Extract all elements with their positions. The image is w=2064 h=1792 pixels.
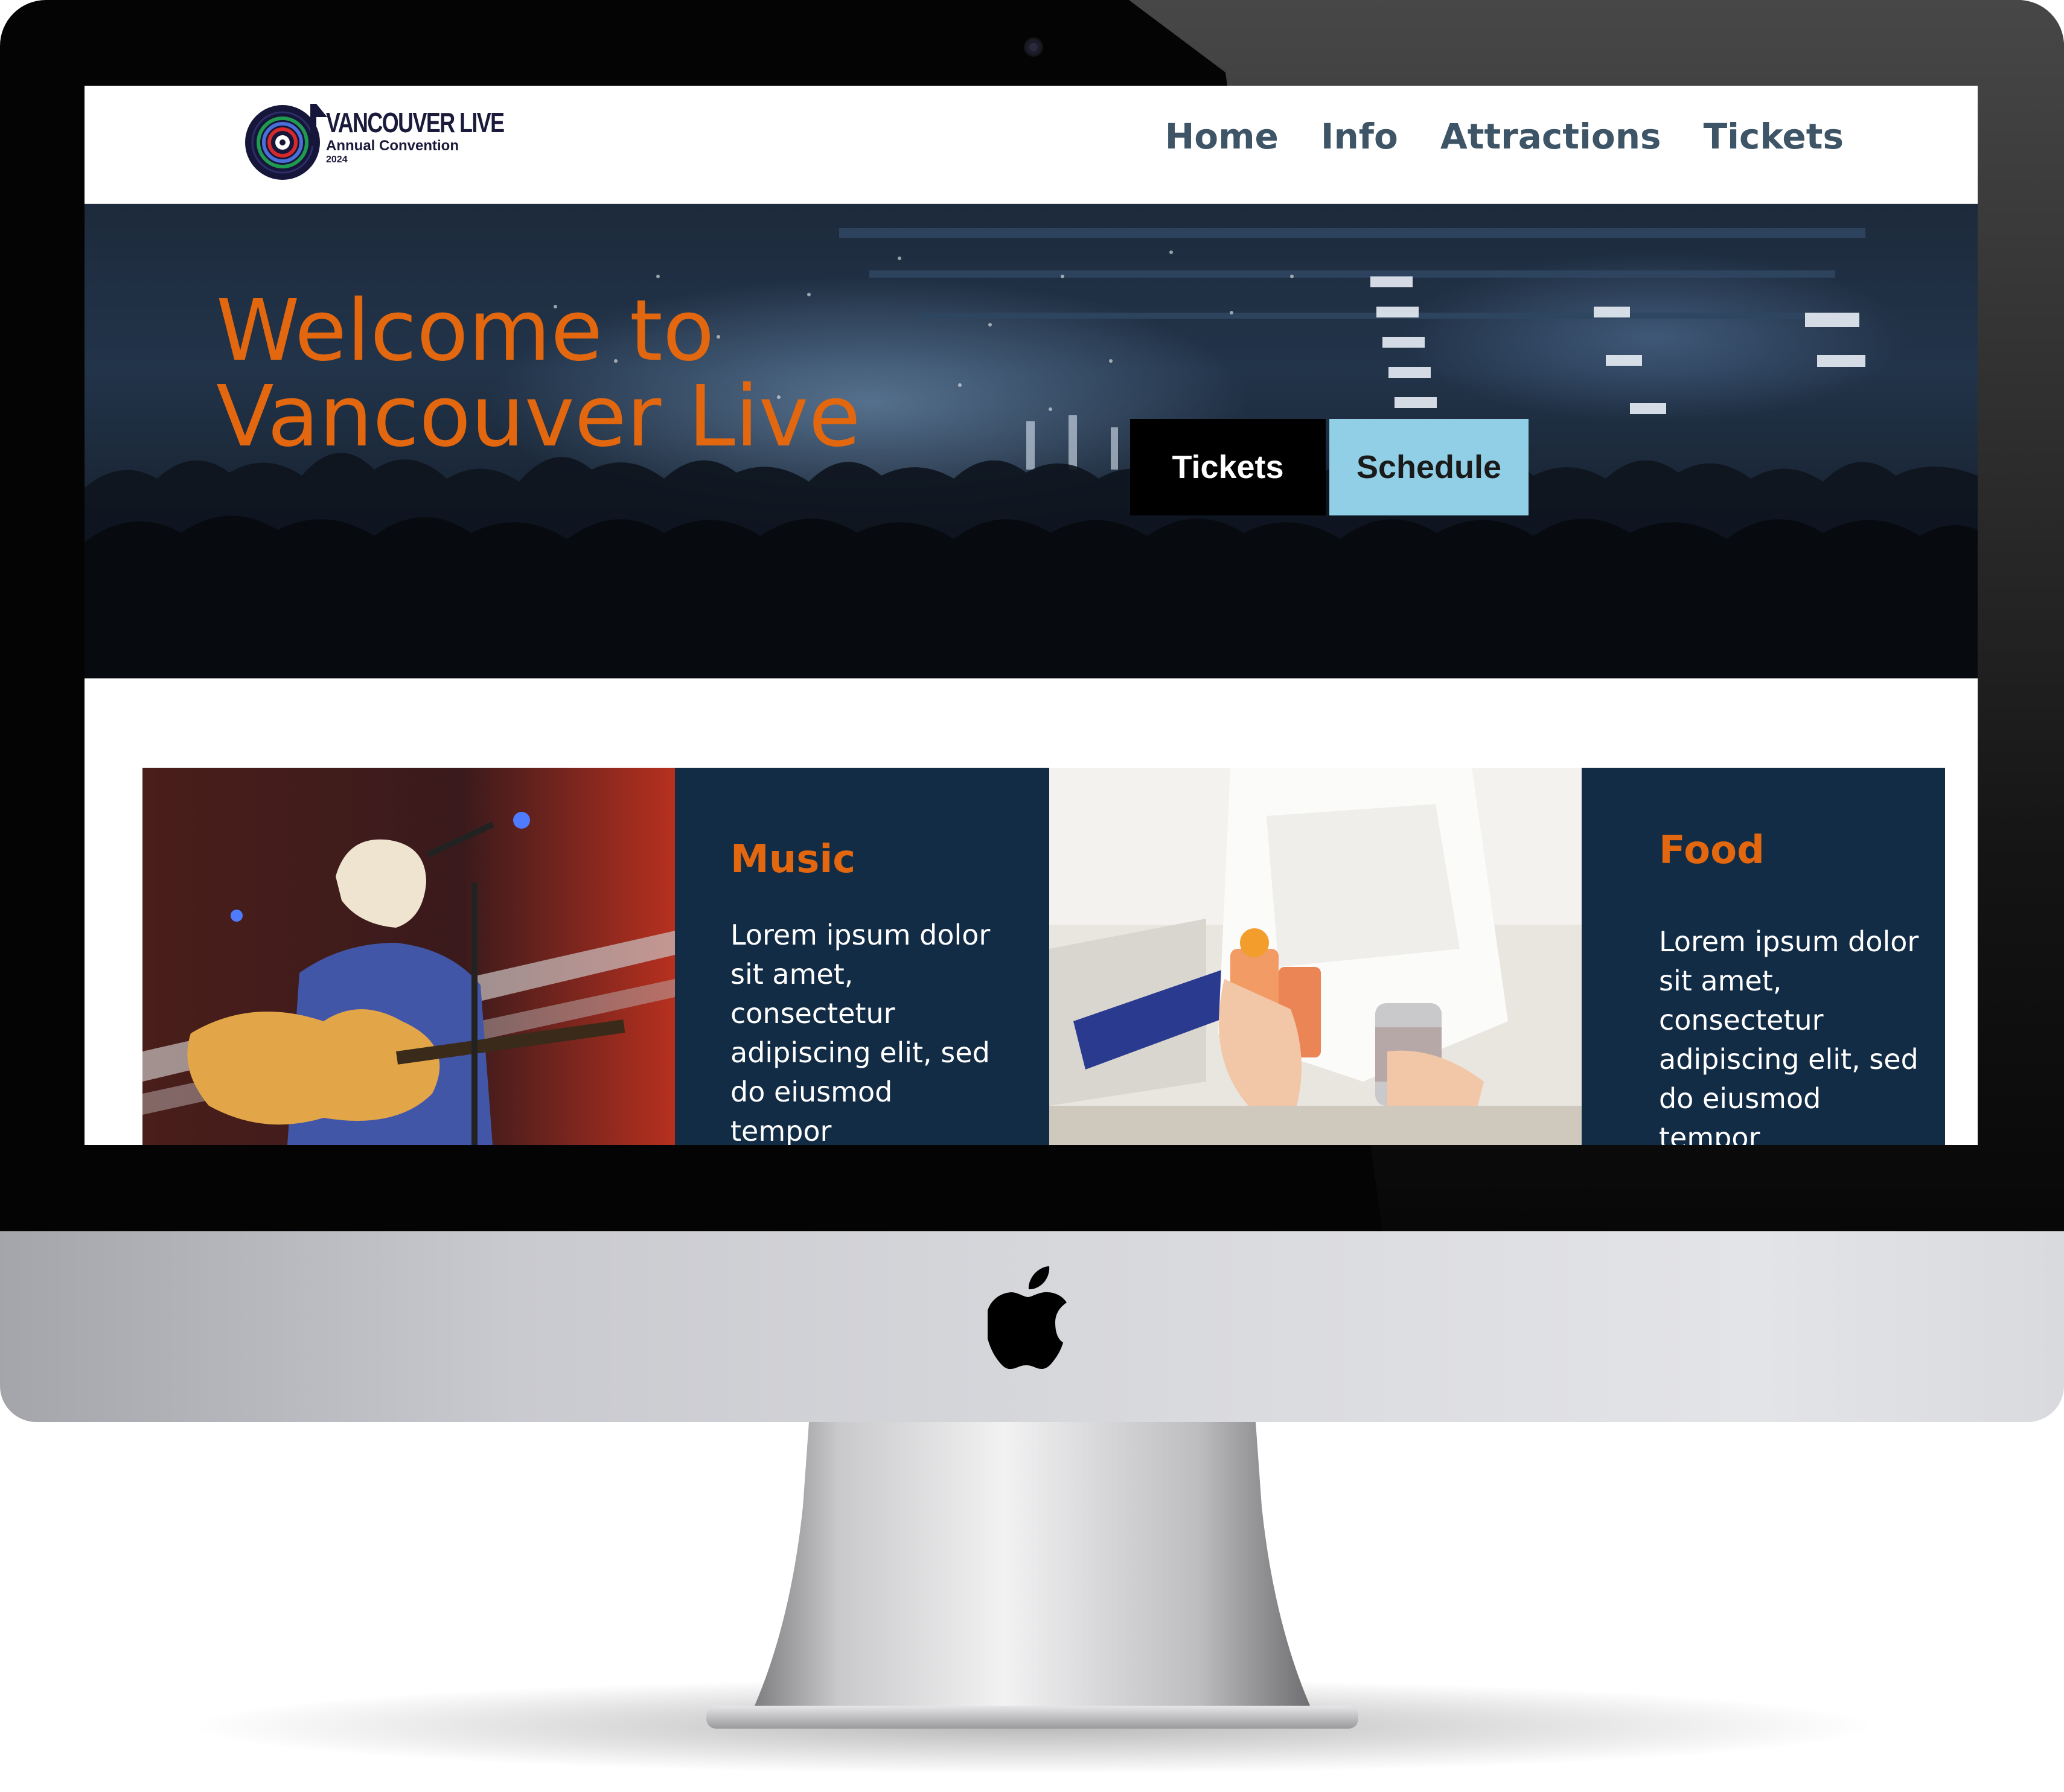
drinks-photo: [1049, 768, 1582, 1145]
hero-title: Welcome to Vancouver Live: [216, 289, 1001, 460]
schedule-button[interactable]: Schedule: [1329, 419, 1529, 515]
screen: VANCOUVER LIVE Annual Convention 2024 Ho…: [85, 86, 1978, 1145]
logo-year: 2024: [326, 155, 348, 165]
hero-title-line1: Welcome to: [216, 282, 715, 380]
feature-cards: Music Lorem ipsum dolor sit amet, consec…: [142, 768, 1945, 1145]
nav-link-tickets[interactable]: Tickets: [1704, 116, 1844, 157]
monitor-bezel: VANCOUVER LIVE Annual Convention 2024 Ho…: [0, 0, 2064, 1231]
music-card: Music Lorem ipsum dolor sit amet, consec…: [675, 768, 1049, 1145]
apple-icon: [988, 1266, 1067, 1370]
nav-link-home[interactable]: Home: [1165, 116, 1279, 157]
logo-subtitle: Annual Convention: [326, 138, 459, 154]
food-card-image: [1049, 768, 1582, 1145]
music-card-heading: Music: [730, 837, 856, 882]
tickets-button[interactable]: Tickets: [1130, 419, 1326, 515]
food-card-body: Lorem ipsum dolor sit amet, consectetur …: [1659, 925, 1919, 1145]
food-card-heading: Food: [1659, 828, 1765, 873]
vinyl-record-icon: [245, 104, 327, 180]
logo-title: VANCOUVER LIVE: [326, 107, 505, 138]
site-logo[interactable]: VANCOUVER LIVE Annual Convention 2024: [243, 94, 505, 185]
music-card-image: [142, 768, 675, 1145]
hero-title-line2: Vancouver Live: [216, 368, 861, 466]
guitarist-photo: [142, 768, 675, 1145]
site-header: VANCOUVER LIVE Annual Convention 2024 Ho…: [85, 86, 1978, 204]
main-nav: Home Info Attractions Tickets: [1165, 116, 1844, 157]
nav-link-info[interactable]: Info: [1321, 116, 1398, 157]
monitor-stand: [706, 1422, 1358, 1729]
monitor-chin: [0, 1231, 2064, 1422]
food-card: Food Lorem ipsum dolor sit amet, consect…: [1582, 768, 1945, 1145]
hero-banner: Welcome to Vancouver Live Tickets Schedu…: [85, 204, 1978, 678]
music-card-body: Lorem ipsum dolor sit amet, consectetur …: [730, 919, 991, 1145]
webcam-icon: [1024, 37, 1043, 57]
nav-link-attractions[interactable]: Attractions: [1440, 116, 1661, 157]
